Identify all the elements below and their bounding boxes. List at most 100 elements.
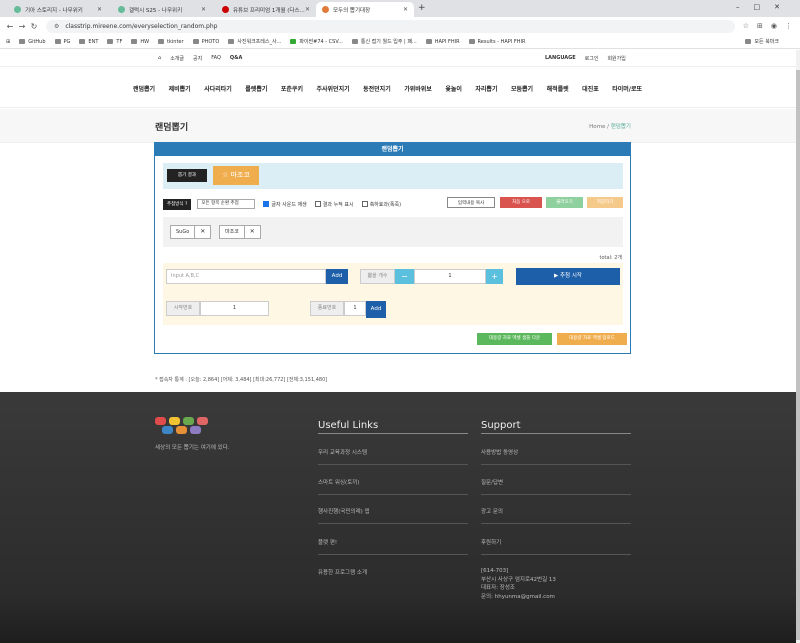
bookmark-item[interactable]: tkinter	[158, 39, 184, 45]
breadcrumb: Home / 랜덤뽑기	[589, 124, 631, 130]
decrement-button[interactable]: −	[395, 269, 414, 284]
browser-tab-active[interactable]: 모두의 뽑기대장 ✕	[316, 2, 414, 17]
mode-select[interactable]: 모든 항목 순환 추첨	[197, 199, 256, 209]
copy-button[interactable]: 입력내용 복사	[447, 197, 495, 208]
signup-link[interactable]: 회원가입	[607, 55, 625, 62]
browser-actions[interactable]: ☆⊞◉⋮	[743, 22, 800, 30]
topbar-link[interactable]: Q&A	[230, 55, 242, 62]
load-button[interactable]: 불러오기	[546, 197, 583, 208]
login-link[interactable]: 로그인	[585, 55, 599, 62]
cumulative-checkbox[interactable]: 결과 누적 표시	[314, 201, 354, 208]
nav-item[interactable]: 대진표	[582, 84, 599, 93]
home-icon[interactable]: ⌂	[158, 55, 161, 62]
total-count: total: 2개	[599, 255, 623, 261]
bookmark-item[interactable]: HW	[131, 39, 149, 45]
bookmark-item[interactable]: PG	[54, 39, 70, 45]
nav-item[interactable]: 타이머/로또	[612, 84, 642, 93]
excel-upload-button[interactable]: 대용량 자료 엑셀 업로드	[557, 333, 627, 345]
footer-link[interactable]: 행사진행(국민의례) 앱	[318, 507, 370, 515]
list-item: SuGo ✕	[170, 225, 212, 239]
bookmark-item[interactable]: 사진워크프레스_사...	[228, 38, 281, 45]
footer-link[interactable]: 플랫 편!	[318, 538, 337, 546]
visitor-stats: * 접속자 통계 : [오늘: 2,864] [어제: 3,484] [최대:2…	[155, 377, 328, 383]
delete-icon[interactable]: ✕	[195, 225, 212, 239]
reset-button[interactable]: 처음 으로	[500, 197, 542, 208]
back-icon[interactable]: ←	[4, 22, 16, 31]
topbar-link[interactable]: 공지	[193, 55, 202, 62]
topbar-link[interactable]: 소개글	[170, 55, 184, 62]
page-scrollbar[interactable]	[796, 50, 800, 643]
language-menu[interactable]: LANGUAGE	[545, 55, 576, 62]
footer-link[interactable]: 스마트 워싱(토끼)	[318, 478, 359, 486]
nav-item[interactable]: 동전던지기	[363, 84, 391, 93]
bookmark-item[interactable]: PHOTO	[192, 39, 219, 45]
add-button[interactable]: Add	[326, 269, 348, 284]
site-info-icon[interactable]: ⚙	[54, 23, 59, 30]
close-tab-icon[interactable]: ✕	[97, 6, 102, 13]
new-tab-icon[interactable]: +	[418, 3, 426, 13]
nav-item[interactable]: 주사위던지기	[316, 84, 349, 93]
input-area: Input A,B,C Add 뽑을 개수 − 1 + ▶ 추첨 시작 시작번호…	[163, 263, 623, 325]
nav-item[interactable]: 해적룰렛	[547, 84, 569, 93]
browser-tabbar: 기아 스토리지 - 나무위키 ✕ 갤럭시 S25 - 나무위키 ✕ 유튜브 프리미엄…	[0, 0, 800, 17]
bookmark-item[interactable]: 파이썬#74 - CSV...	[290, 38, 343, 45]
mode-label: 추첨방식 ?	[163, 198, 192, 210]
excel-sample-download-button[interactable]: 대용량 자료 엑셀 샘플 다운	[477, 333, 552, 345]
bookmark-item[interactable]: Results - HAPI FHIR	[468, 39, 525, 45]
result-value: ☆ 마조코	[213, 166, 259, 185]
browser-tab[interactable]: 갤럭시 S25 - 나무위키 ✕	[112, 2, 212, 17]
url-input[interactable]: ⚙ classtrip.mireene.com/everyselection_r…	[45, 19, 735, 33]
close-tab-icon[interactable]: ✕	[305, 6, 310, 13]
page-header: 랜덤뽑기 Home / 랜덤뽑기	[0, 109, 796, 143]
all-bookmarks[interactable]: 모든 북마크	[745, 38, 779, 45]
bookmark-item[interactable]: TF	[107, 39, 122, 45]
sound-checkbox[interactable]: 글자 사운드 재생	[263, 201, 307, 208]
bookmark-item[interactable]: GitHub	[19, 39, 46, 45]
topbar-link[interactable]: FAQ	[211, 55, 221, 62]
reload-icon[interactable]: ↻	[28, 22, 40, 31]
bookmark-item[interactable]: HAPI FHIR	[425, 39, 460, 45]
nav-item[interactable]: 모둠뽑기	[511, 84, 533, 93]
result-label: 뽑기 결과	[167, 169, 207, 182]
footer-link[interactable]: 후원하기	[481, 538, 501, 546]
nav-item[interactable]: 룰렛뽑기	[245, 84, 267, 93]
nav-item[interactable]: 사다리타기	[204, 84, 232, 93]
breadcrumb-home[interactable]: Home	[589, 124, 605, 130]
window-controls[interactable]: –□✕	[736, 3, 794, 11]
close-tab-icon[interactable]: ✕	[403, 6, 408, 13]
browser-tab[interactable]: 유튜브 프리미엄 1개월 (다스... ✕	[216, 2, 316, 17]
item-label: 마조코	[219, 225, 245, 239]
bookmark-item[interactable]: ENT	[79, 39, 98, 45]
nav-item[interactable]: 윷놀이	[445, 84, 462, 93]
nav-item[interactable]: 제비뽑기	[169, 84, 191, 93]
nav-item[interactable]: 랜덤뽑기	[133, 84, 155, 93]
forward-icon[interactable]: →	[16, 22, 28, 31]
nav-item[interactable]: 자리뽑기	[475, 84, 497, 93]
apps-icon[interactable]: ⊞	[6, 39, 10, 45]
count-input[interactable]: 1	[414, 269, 486, 284]
item-list: SuGo ✕ 마조코 ✕	[163, 217, 623, 247]
item-input[interactable]: Input A,B,C	[166, 269, 326, 284]
footer-link[interactable]: 질문/답변	[481, 478, 503, 486]
effect-checkbox[interactable]: 축하효과(폭죽)	[361, 201, 401, 208]
increment-button[interactable]: +	[486, 269, 503, 284]
site-topbar: ⌂ 소개글 공지 FAQ Q&A LANGUAGE 로그인 회원가입	[0, 50, 796, 67]
browser-tab[interactable]: 기아 스토리지 - 나무위키 ✕	[8, 2, 108, 17]
footer-link[interactable]: 유용한 프로그램 소개	[318, 568, 367, 576]
favicon-icon	[118, 6, 125, 13]
close-tab-icon[interactable]: ✕	[201, 6, 206, 13]
start-draw-button[interactable]: ▶ 추첨 시작	[516, 268, 620, 285]
add-range-button[interactable]: Add	[366, 301, 386, 318]
footer-link[interactable]: 광고 문의	[481, 507, 503, 515]
nav-item[interactable]: 포춘쿠키	[281, 84, 303, 93]
footer-link[interactable]: 사용방법 동영상	[481, 448, 518, 456]
nav-item[interactable]: 가위바위보	[404, 84, 432, 93]
start-number-input[interactable]: 1	[200, 301, 269, 316]
save-button[interactable]: 저장하기	[587, 197, 623, 208]
count-label: 뽑을 개수	[360, 269, 395, 284]
breadcrumb-current: 랜덤뽑기	[610, 124, 631, 130]
footer-link[interactable]: 우리 교육과정 시스템	[318, 448, 367, 456]
end-number-input[interactable]: 1	[344, 301, 366, 316]
delete-icon[interactable]: ✕	[244, 225, 261, 239]
bookmark-item[interactable]: 통신 접기 월드 입주 | 패...	[351, 38, 417, 45]
